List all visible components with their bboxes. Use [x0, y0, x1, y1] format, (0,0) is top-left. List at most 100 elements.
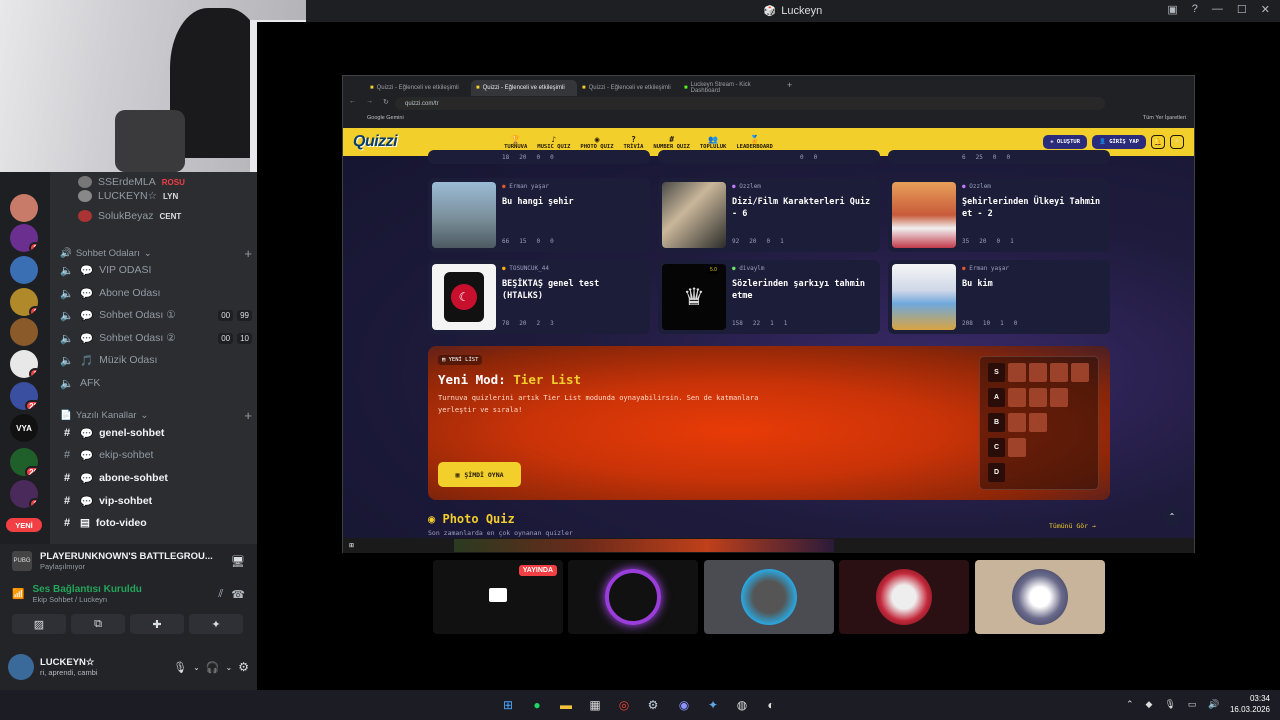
text-channel[interactable]: # 💬 abone-sohbet [60, 468, 252, 488]
voice-channel[interactable]: 🔈 🎵 Müzik Odası [60, 350, 252, 370]
display-icon[interactable]: ▭ [1188, 699, 1197, 710]
voice-status-sub[interactable]: Ekip Sohbet / Luckeyn [32, 595, 210, 604]
quiz-card[interactable]: 6 25 0 0 [888, 150, 1110, 164]
participant-tile[interactable] [568, 560, 698, 634]
windows-icon[interactable]: ⊞ [349, 542, 354, 549]
scroll-top-button[interactable]: ⌃ [1162, 506, 1182, 526]
voice-channel[interactable]: 🔈 💬 Sohbet Odası ① 00 99 [60, 305, 252, 325]
voice-member[interactable]: SolukBeyaz CENT [78, 206, 270, 226]
obs-icon[interactable]: ◍ [732, 695, 752, 715]
windows-start-icon[interactable]: ⊞ [498, 695, 518, 715]
app-icon[interactable]: ◐ [761, 695, 781, 715]
browser-tab[interactable]: ■ Luckeyn Stream - Kick Dashboard [679, 80, 785, 96]
stream-tile[interactable]: YAYINDA [433, 560, 563, 634]
discord-icon[interactable]: ◉ [674, 695, 694, 715]
voice-channel[interactable]: 🔈 AFK [60, 373, 252, 393]
maximize-button[interactable]: ☐ [1237, 3, 1247, 16]
clock[interactable]: 03:34 16.03.2026 [1230, 693, 1270, 715]
store-icon[interactable]: ▦ [585, 695, 605, 715]
nav-leaderboard[interactable]: 🏅 LEADERBOARD [736, 135, 772, 150]
server-icon[interactable]: 22 [10, 382, 38, 410]
quiz-card[interactable]: ● Erman yaşar Bu kim 208 10 1 0 [888, 260, 1110, 334]
activity-panel[interactable]: PUBG PLAYERUNKNOWN'S BATTLEGROU... Payla… [0, 544, 257, 578]
all-bookmarks[interactable]: Tüm Yer İşaretleri [1143, 115, 1186, 121]
voice-channel[interactable]: 🔈 💬 Abone Odası [60, 283, 252, 303]
signal-icon[interactable]: 📶 [12, 589, 24, 600]
microphone-icon[interactable]: 🎙 [173, 661, 187, 674]
text-channel[interactable]: # ▤ foto-video [60, 513, 252, 533]
close-button[interactable]: ✕ [1261, 3, 1270, 16]
forward-icon[interactable]: → [366, 98, 373, 106]
quiz-card[interactable]: ♛ 5.0 ● divaylm Sözlerinden şarkıyı tahm… [658, 260, 880, 334]
server-icon[interactable] [10, 318, 38, 346]
search-icon[interactable]: ⌕ [1170, 135, 1184, 149]
text-channel[interactable]: # 💬 ekip-sohbet [60, 445, 252, 465]
server-icon[interactable] [10, 256, 38, 284]
quiz-card[interactable]: 18 20 0 0 [428, 150, 650, 164]
share-screen-icon[interactable]: 🖥 [231, 555, 245, 568]
quiz-card[interactable]: ☾ ● TOSUNCUK_44 BEŞİKTAŞ genel test (HTA… [428, 260, 650, 334]
see-all-link[interactable]: Tümünü Gör → [1049, 522, 1096, 530]
screen-share-button[interactable]: ⧉ [71, 614, 125, 634]
spotify-icon[interactable]: ● [527, 695, 547, 715]
quiz-card[interactable]: ● Ozzlem Şehirlerinden Ülkeyi Tahmin et … [888, 178, 1110, 252]
add-channel-icon[interactable]: + [244, 246, 252, 261]
chevron-up-icon[interactable]: ⌃ [1126, 699, 1134, 710]
disconnect-icon[interactable]: ☎ [231, 588, 245, 601]
server-icon[interactable]: 2 [10, 224, 38, 252]
bookmark-item[interactable]: Google Gemini [367, 115, 404, 121]
app-icon[interactable]: ✦ [703, 695, 723, 715]
steam-icon[interactable]: ⚙ [643, 695, 663, 715]
address-bar[interactable]: quizzi.com/tr [395, 97, 1105, 110]
participant-tile[interactable] [704, 560, 834, 634]
category-text[interactable]: 📄 Yazılı Kanallar ⌄ + [60, 408, 252, 423]
voice-member[interactable]: LUCKEYN☆ LYN [78, 186, 270, 206]
server-icon[interactable] [10, 194, 38, 222]
quiz-card[interactable]: ● Erman yaşar Bu hangi şehir 66 15 0 0 [428, 178, 650, 252]
tray-icon[interactable]: ◆ [1146, 699, 1153, 710]
nav-number-quiz[interactable]: # NUMBER QUIZ [653, 135, 689, 150]
chrome-icon[interactable]: ◎ [614, 695, 634, 715]
participant-tile[interactable] [975, 560, 1105, 634]
browser-tab[interactable]: ■ Quizzi - Eğlenceli ve etkileşimli [365, 80, 471, 96]
server-icon[interactable]: VYA [10, 414, 38, 442]
chevron-down-icon[interactable]: ⌄ [193, 663, 200, 672]
add-channel-icon[interactable]: + [244, 408, 252, 423]
quiz-card[interactable]: 00 [658, 150, 880, 164]
back-icon[interactable]: ← [349, 98, 356, 106]
inbox-icon[interactable]: ▣ [1167, 3, 1177, 16]
server-icon[interactable]: 1 [10, 288, 38, 316]
server-icon[interactable]: 1 [10, 480, 38, 508]
minimize-button[interactable]: — [1212, 3, 1223, 16]
nav-music-quiz[interactable]: ♪ MUSIC QUIZ [537, 135, 570, 150]
create-button[interactable]: + OLUŞTUR [1043, 135, 1088, 149]
avatar[interactable] [8, 654, 34, 680]
reload-icon[interactable]: ↻ [383, 98, 389, 106]
gear-icon[interactable]: ⚙ [238, 660, 249, 674]
headphones-icon[interactable]: 🎧 [206, 661, 220, 674]
play-now-button[interactable]: ▦ ŞİMDİ OYNA [438, 462, 521, 487]
participant-tile[interactable] [839, 560, 969, 634]
server-icon[interactable]: 26 [10, 448, 38, 476]
browser-tab[interactable]: ■ Quizzi - Eğlenceli ve etkileşimli [577, 80, 683, 96]
new-tab-button[interactable]: + [787, 80, 792, 90]
text-channel[interactable]: # 💬 genel-sohbet [60, 423, 252, 443]
activities-button[interactable]: ✚ [130, 614, 184, 634]
nav-trivia[interactable]: ? TRİVİA [624, 135, 644, 150]
nav-photo-quiz[interactable]: ◉ PHOTO QUIZ [580, 135, 613, 150]
nav-topluluk[interactable]: 👥 TOPLULUK [700, 135, 727, 150]
voice-channel[interactable]: 🔈 💬 Sohbet Odası ② 00 10 [60, 328, 252, 348]
server-icon[interactable]: 1 [10, 350, 38, 378]
voice-channel[interactable]: 🔈 💬 VIP ODASI [60, 260, 252, 280]
nav-turnuva[interactable]: 🏆 TURNUVA [504, 135, 527, 150]
site-logo[interactable]: Quizzi [353, 133, 398, 151]
login-button[interactable]: 👤 GİRİŞ YAP [1092, 135, 1146, 149]
soundboard-button[interactable]: ✦ [189, 614, 243, 634]
microphone-icon[interactable]: 🎙 [1164, 699, 1175, 710]
browser-tab[interactable]: ■ Quizzi - Eğlenceli ve etkileşimli [471, 80, 577, 96]
chevron-down-icon[interactable]: ⌄ [226, 663, 233, 672]
text-channel[interactable]: # 💬 vip-sohbet [60, 491, 252, 511]
camera-off-button[interactable]: ▨ [12, 614, 66, 634]
volume-icon[interactable]: 🔊 [1208, 699, 1219, 710]
help-icon[interactable]: ? [1192, 3, 1198, 16]
